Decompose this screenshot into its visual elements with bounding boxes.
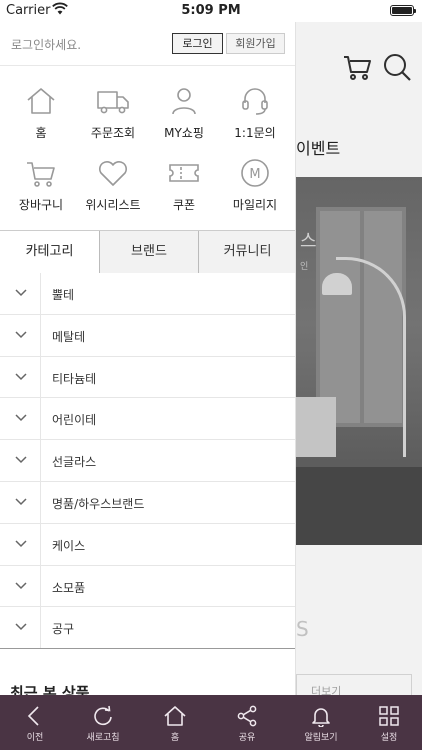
login-button[interactable]: 로그인 <box>172 33 223 54</box>
chevron-down-icon[interactable] <box>14 581 28 591</box>
clock: 5:09 PM <box>181 3 241 18</box>
category-divider <box>40 481 41 523</box>
join-button[interactable]: 회원가입 <box>226 33 285 54</box>
category-name[interactable]: 공구 <box>52 620 74 637</box>
toolbar-refresh-label: 새로고침 <box>86 733 120 743</box>
category-divider <box>40 314 41 356</box>
menu-home[interactable]: 홈 <box>4 86 78 141</box>
category-name[interactable]: 케이스 <box>52 537 85 554</box>
category-name[interactable]: 명품/하우스브랜드 <box>52 495 144 512</box>
tab-category[interactable]: 카테고리 <box>0 231 99 273</box>
menu-inquiry-label: 1:1문의 <box>234 126 276 140</box>
menu-mileage[interactable]: M 마일리지 <box>218 158 292 213</box>
chevron-down-icon[interactable] <box>14 288 28 298</box>
drawer-overlay[interactable] <box>296 22 422 695</box>
category-item[interactable]: 공구 <box>0 607 295 650</box>
chevron-down-icon[interactable] <box>14 622 28 632</box>
menu-cart[interactable]: 장바구니 <box>4 158 78 213</box>
menu-coupon-label: 쿠폰 <box>172 198 196 212</box>
chevron-down-icon[interactable] <box>14 455 28 465</box>
menu-order-lookup[interactable]: 주문조회 <box>76 86 150 141</box>
home-icon <box>164 706 186 726</box>
category-divider <box>40 565 41 607</box>
menu-wishlist[interactable]: 위시리스트 <box>76 158 150 213</box>
menu-cart-label: 장바구니 <box>18 198 64 212</box>
back-icon <box>27 706 39 726</box>
menu-my-shopping-label: MY쇼핑 <box>164 126 204 140</box>
status-bar: Carrier 5:09 PM <box>0 0 422 22</box>
menu-wishlist-label: 위시리스트 <box>85 198 141 212</box>
menu-mileage-label: 마일리지 <box>232 198 278 212</box>
menu-my-shopping[interactable]: MY쇼핑 <box>147 86 221 141</box>
toolbar-back[interactable]: 이전 <box>0 695 70 750</box>
toolbar-home[interactable]: 홈 <box>140 695 210 750</box>
toolbar-notifications-label: 알림보기 <box>304 733 338 743</box>
category-item[interactable]: 메탈테 <box>0 314 295 357</box>
battery-icon <box>390 5 416 16</box>
chevron-down-icon[interactable] <box>14 539 28 549</box>
tab-community[interactable]: 커뮤니티 <box>198 231 295 273</box>
share-icon <box>237 705 257 727</box>
chevron-down-icon[interactable] <box>14 330 28 340</box>
category-divider <box>40 523 41 565</box>
headset-icon <box>242 88 268 115</box>
category-name[interactable]: 어린이테 <box>52 411 96 428</box>
category-divider <box>40 398 41 440</box>
toolbar-share[interactable]: 공유 <box>212 695 282 750</box>
category-item[interactable]: 뿔테 <box>0 273 295 315</box>
category-name[interactable]: 메탈테 <box>52 328 85 345</box>
toolbar-settings-label: 설정 <box>380 733 398 743</box>
chevron-down-icon[interactable] <box>14 497 28 507</box>
category-item[interactable]: 명품/하우스브랜드 <box>0 481 295 524</box>
category-item[interactable]: 어린이테 <box>0 398 295 441</box>
recent-products-title: 최근 본 상품 <box>10 684 90 695</box>
mileage-icon: M <box>241 159 269 187</box>
bottom-toolbar: 이전 새로고침 홈 공유 알림보기 설정 <box>0 695 422 750</box>
home-icon <box>27 88 55 114</box>
category-tabs: 카테고리 브랜드 커뮤니티 <box>0 230 295 273</box>
refresh-icon <box>94 705 112 726</box>
category-list: 뿔테 메탈테 티타늄테 어린이테 선글라스 명품/하우스브랜드 케이스 소모품 … <box>0 273 295 650</box>
toolbar-refresh[interactable]: 새로고침 <box>68 695 138 750</box>
chevron-down-icon[interactable] <box>14 413 28 423</box>
toolbar-back-label: 이전 <box>26 733 44 743</box>
side-drawer: 로그인하세요. 로그인 회원가입 홈 주문조회 MY쇼핑 1:1문의 장바구니 … <box>0 22 296 695</box>
cart-icon <box>27 162 55 187</box>
category-item[interactable]: 선글라스 <box>0 440 295 482</box>
category-name[interactable]: 티타늄테 <box>52 370 96 387</box>
toolbar-share-label: 공유 <box>238 733 256 743</box>
category-divider <box>40 607 41 650</box>
login-prompt: 로그인하세요. <box>11 38 82 52</box>
tab-brand[interactable]: 브랜드 <box>99 231 198 273</box>
category-item[interactable]: 티타늄테 <box>0 356 295 399</box>
grid-icon <box>379 706 399 726</box>
menu-order-lookup-label: 주문조회 <box>90 126 136 140</box>
category-list-bottom-border <box>0 648 295 649</box>
category-item[interactable]: 소모품 <box>0 565 295 608</box>
category-name[interactable]: 뿔테 <box>52 286 74 303</box>
toolbar-settings[interactable]: 설정 <box>356 695 422 750</box>
menu-home-label: 홈 <box>35 126 47 140</box>
quick-menu-grid: 홈 주문조회 MY쇼핑 1:1문의 장바구니 위시리스트 쿠폰 M 마일리지 <box>0 86 295 236</box>
coupon-icon <box>169 164 199 182</box>
category-divider <box>40 356 41 398</box>
toolbar-home-label: 홈 <box>170 733 180 743</box>
toolbar-notifications[interactable]: 알림보기 <box>286 695 356 750</box>
truck-icon <box>97 91 129 114</box>
menu-coupon[interactable]: 쿠폰 <box>147 158 221 213</box>
category-name[interactable]: 선글라스 <box>52 453 96 470</box>
menu-inquiry[interactable]: 1:1문의 <box>218 86 292 141</box>
user-icon <box>172 88 196 115</box>
chevron-down-icon[interactable] <box>14 372 28 382</box>
mileage-letter: M <box>249 167 260 182</box>
category-divider <box>40 273 41 314</box>
category-item[interactable]: 케이스 <box>0 523 295 566</box>
category-divider <box>40 440 41 481</box>
bell-icon <box>312 708 330 727</box>
category-name[interactable]: 소모품 <box>52 579 85 596</box>
login-row: 로그인하세요. 로그인 회원가입 <box>0 22 295 66</box>
heart-icon <box>98 161 128 186</box>
